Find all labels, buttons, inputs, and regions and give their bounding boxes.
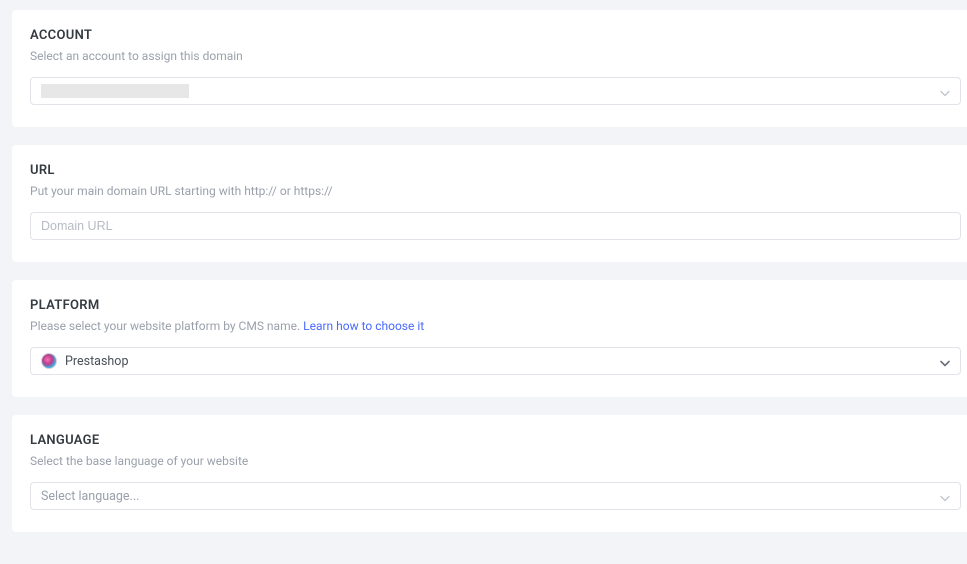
platform-desc-text: Please select your website platform by C… xyxy=(30,319,303,333)
language-section: LANGUAGE Select the base language of you… xyxy=(12,415,967,532)
platform-section: PLATFORM Please select your website plat… xyxy=(12,280,967,397)
chevron-down-icon xyxy=(940,487,950,506)
url-title: URL xyxy=(30,163,961,178)
chevron-down-icon xyxy=(940,82,950,101)
language-title: LANGUAGE xyxy=(30,433,961,448)
account-title: ACCOUNT xyxy=(30,28,961,43)
account-selected-redacted xyxy=(41,84,189,98)
platform-selected-value: Prestashop xyxy=(65,354,128,369)
chevron-down-icon xyxy=(940,352,950,371)
platform-learn-link[interactable]: Learn how to choose it xyxy=(303,319,424,333)
account-select[interactable] xyxy=(30,77,961,105)
account-section: ACCOUNT Select an account to assign this… xyxy=(12,10,967,127)
platform-title: PLATFORM xyxy=(30,298,961,313)
language-description: Select the base language of your website xyxy=(30,454,961,468)
prestashop-icon xyxy=(41,353,57,369)
account-description: Select an account to assign this domain xyxy=(30,49,961,63)
platform-select[interactable]: Prestashop xyxy=(30,347,961,375)
language-placeholder: Select language... xyxy=(41,489,139,504)
domain-url-input[interactable] xyxy=(30,212,961,240)
url-description: Put your main domain URL starting with h… xyxy=(30,184,961,198)
language-select[interactable]: Select language... xyxy=(30,482,961,510)
platform-description: Please select your website platform by C… xyxy=(30,319,961,333)
url-section: URL Put your main domain URL starting wi… xyxy=(12,145,967,262)
